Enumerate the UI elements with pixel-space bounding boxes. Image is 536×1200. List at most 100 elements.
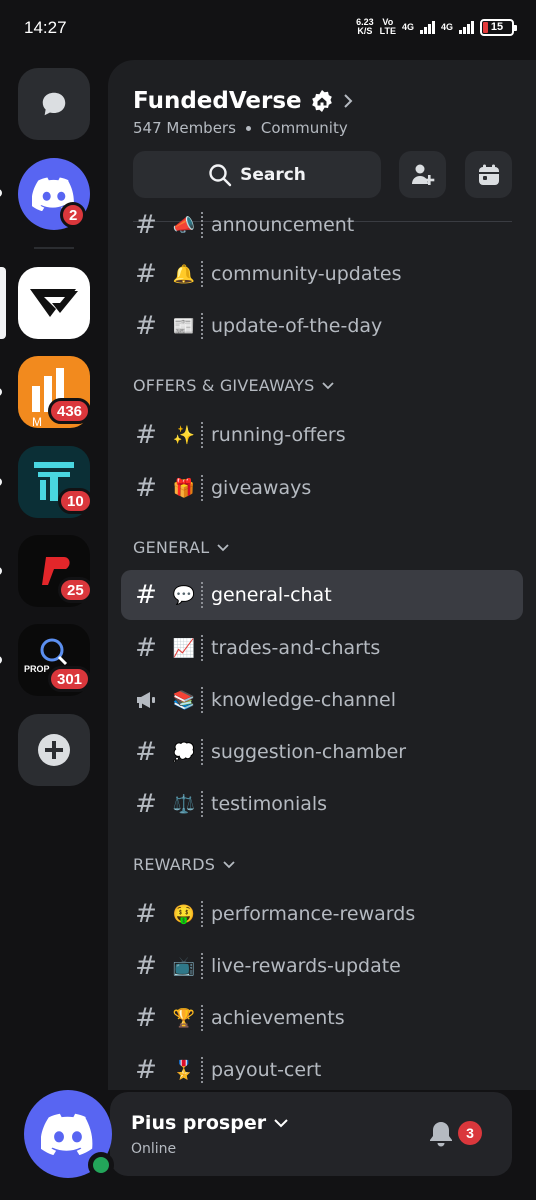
- signal-icon: [419, 20, 435, 34]
- hash-icon: #: [135, 420, 157, 450]
- discord-logo-icon: [41, 1113, 93, 1155]
- member-count: 547 Members: [133, 119, 236, 137]
- separator: [201, 1057, 203, 1083]
- channel-running-offers[interactable]: # ✨ running-offers: [121, 410, 523, 460]
- svg-text:M: M: [32, 415, 42, 428]
- sim2-type: 4G: [440, 21, 453, 32]
- battery-icon: 15: [480, 18, 517, 36]
- channel-testimonials[interactable]: # ⚖️ testimonials: [121, 779, 523, 829]
- emoji: 🎖️: [172, 1059, 196, 1081]
- emoji: 🎁: [172, 477, 196, 499]
- server-type: Community: [260, 119, 348, 137]
- server-meta: 547 Members Community: [133, 119, 348, 137]
- active-server-indicator: [0, 267, 6, 339]
- hash-icon: #: [135, 473, 157, 503]
- emoji: 🔔: [172, 263, 196, 285]
- separator: [201, 1005, 203, 1031]
- unread-pip: [0, 478, 2, 486]
- channel-label: announcement: [211, 214, 355, 236]
- unread-badge: 2: [60, 202, 87, 228]
- hash-icon: #: [135, 1055, 157, 1085]
- avatar[interactable]: [24, 1090, 114, 1178]
- channel-giveaways[interactable]: # 🎁 giveaways: [121, 463, 523, 513]
- server-discord-home[interactable]: 2: [18, 158, 90, 230]
- bell-icon[interactable]: [428, 1120, 454, 1148]
- username[interactable]: Pius prosper: [131, 1112, 288, 1134]
- separator: [201, 582, 203, 608]
- channel-label: testimonials: [211, 793, 328, 815]
- unread-badge: 436: [48, 398, 92, 424]
- channel-achievements[interactable]: # 🏆 achievements: [121, 993, 523, 1043]
- channel-performance-rewards[interactable]: # 🤑 performance-rewards: [121, 889, 523, 939]
- status-bar: 14:27 6.23 K/S Vo LTE 4G 4G 15: [0, 0, 536, 60]
- chevron-right-icon: [343, 94, 353, 108]
- channel-payout-cert[interactable]: # 🎖️ payout-cert: [121, 1045, 523, 1090]
- channel-label: running-offers: [211, 424, 346, 446]
- channel-community-updates[interactable]: # 🔔 community-updates: [121, 249, 523, 299]
- events-button[interactable]: [465, 151, 512, 198]
- emoji: 💬: [172, 584, 196, 606]
- channel-panel: FundedVerse 547 Members Community Search…: [108, 60, 536, 1090]
- unread-badge: 10: [58, 488, 93, 514]
- emoji: 🤑: [172, 903, 196, 925]
- unread-badge: 301: [48, 666, 92, 692]
- channel-label: payout-cert: [211, 1059, 322, 1081]
- category-offers-giveaways[interactable]: OFFERS & GIVEAWAYS: [133, 376, 335, 395]
- channel-announcement[interactable]: # 📣 announcement: [121, 210, 523, 250]
- add-member-icon: [411, 164, 434, 185]
- channel-trades-and-charts[interactable]: # 📈 trades-and-charts: [121, 623, 523, 673]
- channel-suggestion-chamber[interactable]: # 💭 suggestion-chamber: [121, 727, 523, 777]
- server-title[interactable]: FundedVerse: [133, 88, 354, 114]
- separator: [201, 635, 203, 661]
- separator-dot: [245, 125, 251, 131]
- emoji: ⚖️: [172, 793, 196, 815]
- user-panel[interactable]: Pius prosper Online 3: [110, 1092, 512, 1176]
- search-button[interactable]: Search: [133, 151, 381, 198]
- user-status: Online: [131, 1141, 177, 1157]
- search-icon: [209, 163, 232, 186]
- channel-live-rewards-update[interactable]: # 📺 live-rewards-update: [121, 941, 523, 991]
- channel-label: update-of-the-day: [211, 315, 383, 337]
- server-fundedverse[interactable]: [18, 267, 90, 339]
- separator: [201, 313, 203, 339]
- discord-app: 14:27 6.23 K/S Vo LTE 4G 4G 15 2 M 436 1…: [0, 0, 536, 1200]
- hash-icon: #: [135, 951, 157, 981]
- channel-knowledge-channel[interactable]: 📚 knowledge-channel: [121, 675, 523, 725]
- server-prop[interactable]: PROP 301: [18, 624, 92, 696]
- chevron-down-icon: [274, 1118, 288, 1127]
- direct-messages-button[interactable]: [18, 68, 90, 140]
- category-general[interactable]: GENERAL: [133, 538, 229, 557]
- online-status-dot: [88, 1152, 114, 1178]
- hash-icon: #: [135, 899, 157, 929]
- server-p[interactable]: 25: [18, 535, 93, 607]
- server-m[interactable]: M 436: [18, 356, 92, 428]
- category-rewards[interactable]: REWARDS: [133, 855, 235, 874]
- emoji: 🏆: [172, 1007, 196, 1029]
- separator: [201, 212, 203, 238]
- hash-icon: #: [135, 633, 157, 663]
- add-server-button[interactable]: [18, 714, 90, 786]
- clock: 14:27: [24, 18, 67, 37]
- hash-icon: #: [135, 311, 157, 341]
- net-speed: 6.23 K/S: [356, 17, 374, 36]
- unread-pip: [0, 656, 2, 664]
- megaphone-icon: [133, 690, 159, 710]
- hash-icon: #: [135, 737, 157, 767]
- server-teal[interactable]: 10: [18, 446, 93, 518]
- server-label: PROP: [24, 664, 50, 674]
- hash-icon: #: [135, 259, 157, 289]
- emoji: 📚: [172, 689, 196, 711]
- chat-bubble-icon: [42, 92, 66, 116]
- channel-general-chat[interactable]: # 💬 general-chat: [121, 570, 523, 620]
- server-rail: 2 M 436 10 25 PROP 301: [0, 60, 108, 1090]
- separator: [201, 791, 203, 817]
- rail-divider: [34, 247, 74, 249]
- hash-icon: #: [135, 1003, 157, 1033]
- invite-button[interactable]: [399, 151, 446, 198]
- sim1-type: 4G: [401, 21, 414, 32]
- channel-update-of-the-day[interactable]: # 📰 update-of-the-day: [121, 301, 523, 351]
- chevron-down-icon: [223, 860, 235, 868]
- emoji: 📈: [172, 637, 196, 659]
- unread-pip: [0, 388, 2, 396]
- chevron-down-icon: [217, 543, 229, 551]
